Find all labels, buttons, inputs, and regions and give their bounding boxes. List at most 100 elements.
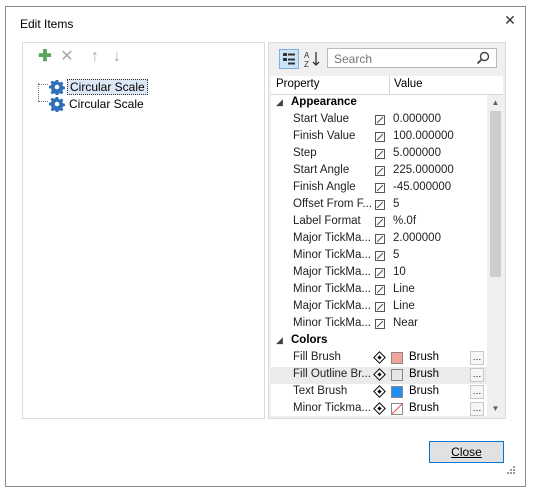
edit-icon — [375, 302, 385, 312]
brush-resource-icon — [373, 385, 386, 398]
scroll-down-icon[interactable]: ▼ — [488, 401, 503, 416]
move-up-button[interactable]: ↑ — [87, 49, 103, 65]
property-value[interactable]: Near — [393, 317, 418, 329]
color-swatch — [391, 352, 403, 364]
property-value[interactable]: 225.000000 — [393, 164, 454, 176]
search-icon — [476, 51, 490, 65]
property-row[interactable]: Major TickMa... 2.000000 — [271, 231, 487, 248]
add-item-button[interactable]: ✚ — [37, 49, 53, 65]
property-name: Major TickMa... — [293, 232, 371, 244]
search-input[interactable] — [332, 50, 476, 68]
delete-item-button[interactable]: ✕ — [59, 49, 75, 65]
property-row[interactable]: Minor TickMa... Line — [271, 282, 487, 299]
tree-connector — [38, 101, 48, 102]
edit-icon — [375, 285, 385, 295]
property-name: Finish Angle — [293, 181, 356, 193]
column-divider[interactable] — [389, 76, 390, 94]
property-row[interactable]: Major TickMa... 10 — [271, 265, 487, 282]
property-value[interactable]: 5.000000 — [393, 147, 441, 159]
property-row[interactable]: Start Angle 225.000000 — [271, 163, 487, 180]
edit-icon — [375, 268, 385, 278]
property-value[interactable]: Line — [393, 283, 415, 295]
property-value[interactable]: Line — [393, 300, 415, 312]
ellipsis-button[interactable]: … — [470, 402, 484, 416]
property-row[interactable]: Text Brush Brush … — [271, 384, 487, 401]
property-search-box[interactable] — [327, 48, 497, 68]
items-tree-panel: ✚ ✕ ↑ ↓ Circular Scale Circular Scale — [22, 42, 265, 419]
collapse-icon[interactable]: ◢ — [276, 97, 283, 108]
add-icon: ✚ — [38, 48, 52, 65]
property-value: Brush — [409, 385, 440, 397]
property-name: Text Brush — [293, 385, 348, 397]
edit-icon — [375, 200, 385, 210]
property-row[interactable]: Start Value 0.000000 — [271, 112, 487, 129]
edit-icon — [375, 149, 385, 159]
ellipsis-button[interactable]: … — [470, 351, 484, 365]
edit-icon — [375, 217, 385, 227]
categorized-icon — [283, 53, 295, 65]
property-name: Fill Outline Br... — [293, 368, 371, 380]
edit-icon — [375, 251, 385, 261]
property-row[interactable]: Offset From F... 5 — [271, 197, 487, 214]
ellipsis-button[interactable]: … — [470, 385, 484, 399]
categorized-view-button[interactable] — [279, 49, 299, 69]
property-name: Label Format — [293, 215, 361, 227]
property-row[interactable]: Finish Value 100.000000 — [271, 129, 487, 146]
category-row[interactable]: ◢ Appearance — [271, 95, 487, 112]
edit-icon — [375, 234, 385, 244]
color-swatch — [391, 369, 403, 381]
property-value: Brush — [409, 368, 440, 380]
alphabetical-view-button[interactable]: A Z — [302, 49, 322, 69]
category-row[interactable]: ◢ Colors — [271, 333, 487, 350]
tree-item-label: Circular Scale — [67, 79, 148, 95]
collapse-icon[interactable]: ◢ — [276, 335, 283, 346]
scroll-up-icon[interactable]: ▲ — [488, 95, 503, 110]
tree-connector — [38, 83, 39, 101]
property-value[interactable]: %.0f — [393, 215, 416, 227]
property-row[interactable]: Major TickMa... Line — [271, 299, 487, 316]
property-row[interactable]: Fill Outline Br... Brush … — [271, 367, 487, 384]
tree-item-label: Circular Scale — [69, 97, 144, 111]
property-row[interactable]: Fill Brush Brush… — [271, 350, 487, 367]
gear-icon — [49, 97, 65, 112]
property-name: Step — [293, 147, 317, 159]
move-down-button[interactable]: ↓ — [109, 49, 125, 65]
edit-icon — [375, 319, 385, 329]
resize-grip-icon[interactable] — [506, 465, 516, 475]
property-row[interactable]: Step 5.000000 — [271, 146, 487, 163]
property-row[interactable]: Label Format %.0f — [271, 214, 487, 231]
property-name: Minor TickMa... — [293, 317, 371, 329]
move-down-icon: ↓ — [113, 48, 121, 65]
gear-icon — [49, 80, 65, 95]
property-value[interactable]: 0.000000 — [393, 113, 441, 125]
property-name: Major TickMa... — [293, 266, 371, 278]
delete-icon: ✕ — [60, 48, 74, 65]
property-row[interactable]: Minor TickMa... Near — [271, 316, 487, 333]
property-value[interactable]: 5 — [393, 198, 399, 210]
property-value[interactable]: 2.000000 — [393, 232, 441, 244]
property-value[interactable]: 5 — [393, 249, 399, 261]
property-value: Brush — [409, 351, 440, 363]
ellipsis-button[interactable]: … — [470, 368, 484, 382]
property-name: Minor Tickma... — [293, 402, 371, 414]
brush-resource-icon — [373, 351, 386, 364]
tree-item-circular-scale-2[interactable]: Circular Scale — [49, 96, 146, 112]
close-button[interactable]: Close — [429, 441, 504, 463]
edit-icon — [375, 183, 385, 193]
svg-text:A: A — [304, 51, 310, 60]
property-row[interactable]: Finish Angle -45.000000 — [271, 180, 487, 197]
property-value[interactable]: 10 — [393, 266, 406, 278]
tree-connector — [38, 84, 48, 85]
property-name: Major TickMa... — [293, 300, 371, 312]
property-name: Minor TickMa... — [293, 249, 371, 261]
close-icon[interactable]: ✕ — [500, 10, 520, 30]
tree-item-circular-scale-1[interactable]: Circular Scale — [49, 79, 148, 95]
edit-icon — [375, 115, 385, 125]
scroll-thumb[interactable] — [490, 111, 501, 277]
property-value[interactable]: -45.000000 — [393, 181, 451, 193]
property-row[interactable]: Minor Tickma... Brush… — [271, 401, 487, 416]
property-row[interactable]: Minor TickMa... 5 — [271, 248, 487, 265]
property-grid-scrollbar[interactable]: ▲ ▼ — [488, 95, 503, 416]
brush-resource-icon — [373, 402, 386, 415]
property-value[interactable]: 100.000000 — [393, 130, 454, 142]
